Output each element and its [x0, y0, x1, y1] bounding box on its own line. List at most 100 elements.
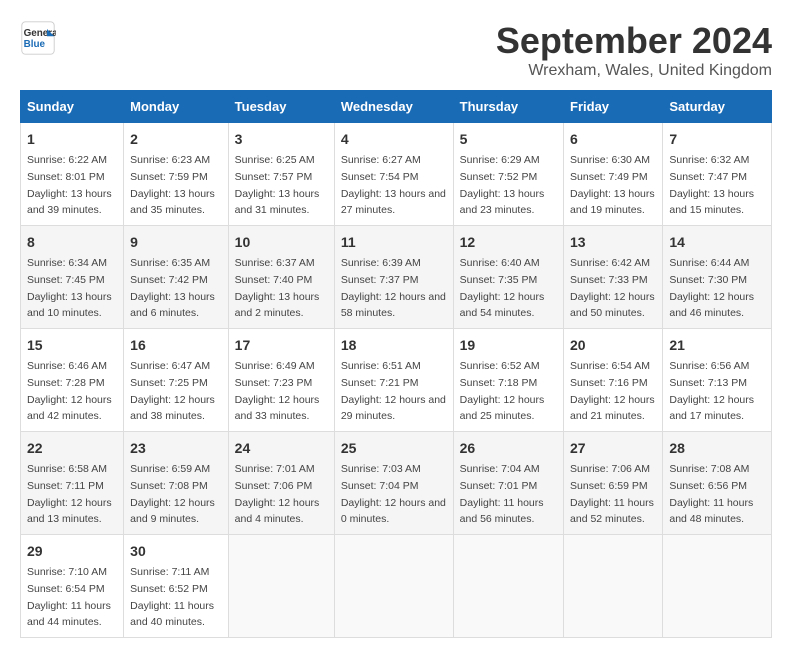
- calendar-cell: 28 Sunrise: 7:08 AMSunset: 6:56 PMDayligh…: [663, 432, 772, 535]
- week-row-5: 29 Sunrise: 7:10 AMSunset: 6:54 PMDayligh…: [21, 535, 772, 638]
- day-number: 8: [27, 232, 117, 253]
- title-block: September 2024 Wrexham, Wales, United Ki…: [496, 20, 772, 80]
- calendar-cell: [663, 535, 772, 638]
- day-number: 1: [27, 129, 117, 150]
- cell-content: Sunrise: 6:52 AMSunset: 7:18 PMDaylight:…: [460, 360, 545, 422]
- cell-content: Sunrise: 7:08 AMSunset: 6:56 PMDaylight:…: [669, 463, 753, 525]
- cell-content: Sunrise: 6:35 AMSunset: 7:42 PMDaylight:…: [130, 257, 215, 319]
- cell-content: Sunrise: 6:42 AMSunset: 7:33 PMDaylight:…: [570, 257, 655, 319]
- day-number: 28: [669, 438, 765, 459]
- day-number: 17: [235, 335, 328, 356]
- calendar-cell: 30 Sunrise: 7:11 AMSunset: 6:52 PMDayligh…: [124, 535, 229, 638]
- logo-icon: General Blue: [20, 20, 56, 56]
- calendar-cell: 2 Sunrise: 6:23 AMSunset: 7:59 PMDaylight…: [124, 123, 229, 226]
- calendar-cell: 23 Sunrise: 6:59 AMSunset: 7:08 PMDayligh…: [124, 432, 229, 535]
- cell-content: Sunrise: 7:04 AMSunset: 7:01 PMDaylight:…: [460, 463, 544, 525]
- calendar-cell: 29 Sunrise: 7:10 AMSunset: 6:54 PMDayligh…: [21, 535, 124, 638]
- calendar-cell: 10 Sunrise: 6:37 AMSunset: 7:40 PMDayligh…: [228, 226, 334, 329]
- calendar-cell: 7Sunrise: 6:32 AMSunset: 7:47 PMDaylight…: [663, 123, 772, 226]
- calendar-cell: 26 Sunrise: 7:04 AMSunset: 7:01 PMDayligh…: [453, 432, 563, 535]
- cell-content: Sunrise: 6:29 AMSunset: 7:52 PMDaylight:…: [460, 154, 545, 216]
- day-number: 21: [669, 335, 765, 356]
- day-number: 30: [130, 541, 222, 562]
- day-number: 26: [460, 438, 557, 459]
- calendar-cell: 18 Sunrise: 6:51 AMSunset: 7:21 PMDayligh…: [334, 329, 453, 432]
- page-header: General Blue September 2024 Wrexham, Wal…: [20, 20, 772, 80]
- cell-content: Sunrise: 6:56 AMSunset: 7:13 PMDaylight:…: [669, 360, 754, 422]
- calendar-cell: 4 Sunrise: 6:27 AMSunset: 7:54 PMDaylight…: [334, 123, 453, 226]
- week-row-3: 15 Sunrise: 6:46 AMSunset: 7:28 PMDayligh…: [21, 329, 772, 432]
- week-row-4: 22 Sunrise: 6:58 AMSunset: 7:11 PMDayligh…: [21, 432, 772, 535]
- calendar-cell: 27 Sunrise: 7:06 AMSunset: 6:59 PMDayligh…: [564, 432, 663, 535]
- cell-content: Sunrise: 6:30 AMSunset: 7:49 PMDaylight:…: [570, 154, 655, 216]
- cell-content: Sunrise: 6:40 AMSunset: 7:35 PMDaylight:…: [460, 257, 545, 319]
- day-number: 4: [341, 129, 447, 150]
- cell-content: Sunrise: 7:01 AMSunset: 7:06 PMDaylight:…: [235, 463, 320, 525]
- cell-content: Sunrise: 6:34 AMSunset: 7:45 PMDaylight:…: [27, 257, 112, 319]
- calendar-cell: 21 Sunrise: 6:56 AMSunset: 7:13 PMDayligh…: [663, 329, 772, 432]
- cell-content: Sunrise: 7:03 AMSunset: 7:04 PMDaylight:…: [341, 463, 446, 525]
- header-day-saturday: Saturday: [663, 91, 772, 123]
- calendar-cell: 9 Sunrise: 6:35 AMSunset: 7:42 PMDaylight…: [124, 226, 229, 329]
- week-row-1: 1Sunrise: 6:22 AMSunset: 8:01 PMDaylight…: [21, 123, 772, 226]
- cell-content: Sunrise: 6:46 AMSunset: 7:28 PMDaylight:…: [27, 360, 112, 422]
- cell-content: Sunrise: 6:37 AMSunset: 7:40 PMDaylight:…: [235, 257, 320, 319]
- calendar-table: SundayMondayTuesdayWednesdayThursdayFrid…: [20, 90, 772, 638]
- day-number: 7: [669, 129, 765, 150]
- cell-content: Sunrise: 6:47 AMSunset: 7:25 PMDaylight:…: [130, 360, 215, 422]
- header-day-monday: Monday: [124, 91, 229, 123]
- day-number: 13: [570, 232, 656, 253]
- calendar-cell: 14Sunrise: 6:44 AMSunset: 7:30 PMDayligh…: [663, 226, 772, 329]
- day-number: 18: [341, 335, 447, 356]
- calendar-cell: 1Sunrise: 6:22 AMSunset: 8:01 PMDaylight…: [21, 123, 124, 226]
- calendar-cell: 11 Sunrise: 6:39 AMSunset: 7:37 PMDayligh…: [334, 226, 453, 329]
- calendar-cell: [228, 535, 334, 638]
- svg-text:Blue: Blue: [24, 39, 46, 50]
- calendar-cell: [453, 535, 563, 638]
- calendar-subtitle: Wrexham, Wales, United Kingdom: [496, 62, 772, 80]
- cell-content: Sunrise: 6:44 AMSunset: 7:30 PMDaylight:…: [669, 257, 754, 319]
- calendar-cell: 17Sunrise: 6:49 AMSunset: 7:23 PMDayligh…: [228, 329, 334, 432]
- day-number: 2: [130, 129, 222, 150]
- calendar-cell: 15 Sunrise: 6:46 AMSunset: 7:28 PMDayligh…: [21, 329, 124, 432]
- calendar-cell: 24Sunrise: 7:01 AMSunset: 7:06 PMDayligh…: [228, 432, 334, 535]
- header-day-friday: Friday: [564, 91, 663, 123]
- day-number: 3: [235, 129, 328, 150]
- cell-content: Sunrise: 6:27 AMSunset: 7:54 PMDaylight:…: [341, 154, 446, 216]
- day-number: 15: [27, 335, 117, 356]
- cell-content: Sunrise: 7:11 AMSunset: 6:52 PMDaylight:…: [130, 566, 214, 628]
- logo: General Blue: [20, 20, 56, 56]
- cell-content: Sunrise: 7:10 AMSunset: 6:54 PMDaylight:…: [27, 566, 111, 628]
- day-number: 9: [130, 232, 222, 253]
- calendar-cell: 22 Sunrise: 6:58 AMSunset: 7:11 PMDayligh…: [21, 432, 124, 535]
- header-day-thursday: Thursday: [453, 91, 563, 123]
- day-number: 29: [27, 541, 117, 562]
- cell-content: Sunrise: 6:23 AMSunset: 7:59 PMDaylight:…: [130, 154, 215, 216]
- calendar-cell: 12Sunrise: 6:40 AMSunset: 7:35 PMDayligh…: [453, 226, 563, 329]
- calendar-title: September 2024: [496, 20, 772, 62]
- cell-content: Sunrise: 6:51 AMSunset: 7:21 PMDaylight:…: [341, 360, 446, 422]
- calendar-cell: 25Sunrise: 7:03 AMSunset: 7:04 PMDayligh…: [334, 432, 453, 535]
- day-number: 19: [460, 335, 557, 356]
- day-number: 22: [27, 438, 117, 459]
- calendar-cell: 3 Sunrise: 6:25 AMSunset: 7:57 PMDaylight…: [228, 123, 334, 226]
- day-number: 11: [341, 232, 447, 253]
- cell-content: Sunrise: 6:59 AMSunset: 7:08 PMDaylight:…: [130, 463, 215, 525]
- cell-content: Sunrise: 6:39 AMSunset: 7:37 PMDaylight:…: [341, 257, 446, 319]
- day-number: 16: [130, 335, 222, 356]
- cell-content: Sunrise: 6:25 AMSunset: 7:57 PMDaylight:…: [235, 154, 320, 216]
- calendar-cell: 13 Sunrise: 6:42 AMSunset: 7:33 PMDayligh…: [564, 226, 663, 329]
- header-day-wednesday: Wednesday: [334, 91, 453, 123]
- cell-content: Sunrise: 6:58 AMSunset: 7:11 PMDaylight:…: [27, 463, 112, 525]
- cell-content: Sunrise: 6:54 AMSunset: 7:16 PMDaylight:…: [570, 360, 655, 422]
- calendar-cell: 16 Sunrise: 6:47 AMSunset: 7:25 PMDayligh…: [124, 329, 229, 432]
- header-day-sunday: Sunday: [21, 91, 124, 123]
- day-number: 5: [460, 129, 557, 150]
- calendar-cell: 20Sunrise: 6:54 AMSunset: 7:16 PMDayligh…: [564, 329, 663, 432]
- day-number: 27: [570, 438, 656, 459]
- calendar-cell: 8 Sunrise: 6:34 AMSunset: 7:45 PMDaylight…: [21, 226, 124, 329]
- calendar-cell: [334, 535, 453, 638]
- day-number: 23: [130, 438, 222, 459]
- day-number: 10: [235, 232, 328, 253]
- cell-content: Sunrise: 7:06 AMSunset: 6:59 PMDaylight:…: [570, 463, 654, 525]
